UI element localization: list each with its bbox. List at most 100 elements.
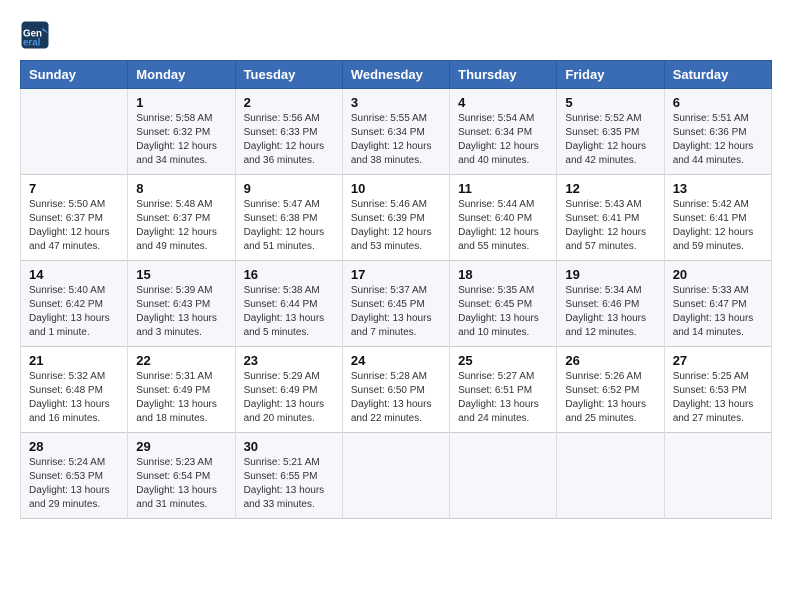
weekday-header-tuesday: Tuesday bbox=[235, 61, 342, 89]
calendar-cell: 30 Sunrise: 5:21 AM Sunset: 6:55 PM Dayli… bbox=[235, 433, 342, 519]
week-row-1: 1 Sunrise: 5:58 AM Sunset: 6:32 PM Daylig… bbox=[21, 89, 772, 175]
day-number: 20 bbox=[673, 267, 763, 282]
day-info: Sunrise: 5:26 AM Sunset: 6:52 PM Dayligh… bbox=[565, 370, 655, 426]
day-number: 28 bbox=[29, 439, 119, 454]
day-info: Sunrise: 5:44 AM Sunset: 6:40 PM Dayligh… bbox=[458, 198, 548, 254]
weekday-header-row: SundayMondayTuesdayWednesdayThursdayFrid… bbox=[21, 61, 772, 89]
calendar-cell: 7Sunrise: 5:50 AM Sunset: 6:37 PM Daylig… bbox=[21, 175, 128, 261]
day-info: Sunrise: 5:38 AM Sunset: 6:44 PM Dayligh… bbox=[244, 284, 334, 340]
day-info: Sunrise: 5:48 AM Sunset: 6:37 PM Dayligh… bbox=[136, 198, 226, 254]
day-info: Sunrise: 5:39 AM Sunset: 6:43 PM Dayligh… bbox=[136, 284, 226, 340]
calendar-cell: 24Sunrise: 5:28 AM Sunset: 6:50 PM Dayli… bbox=[342, 347, 449, 433]
calendar-cell: 6Sunrise: 5:51 AM Sunset: 6:36 PM Daylig… bbox=[664, 89, 771, 175]
day-info: Sunrise: 5:50 AM Sunset: 6:37 PM Dayligh… bbox=[29, 198, 119, 254]
day-number: 19 bbox=[565, 267, 655, 282]
calendar-cell: 13Sunrise: 5:42 AM Sunset: 6:41 PM Dayli… bbox=[664, 175, 771, 261]
day-info: Sunrise: 5:31 AM Sunset: 6:49 PM Dayligh… bbox=[136, 370, 226, 426]
day-number: 3 bbox=[351, 95, 441, 110]
calendar-cell bbox=[557, 433, 664, 519]
calendar-cell: 12 Sunrise: 5:43 AM Sunset: 6:41 PM Dayli… bbox=[557, 175, 664, 261]
day-number: 21 bbox=[29, 353, 119, 368]
logo-icon: Gen eral bbox=[20, 20, 50, 50]
calendar-cell: 21 Sunrise: 5:32 AM Sunset: 6:48 PM Dayli… bbox=[21, 347, 128, 433]
weekday-header-wednesday: Wednesday bbox=[342, 61, 449, 89]
calendar-cell bbox=[21, 89, 128, 175]
calendar-cell bbox=[664, 433, 771, 519]
calendar-cell: 11 Sunrise: 5:44 AM Sunset: 6:40 PM Dayli… bbox=[450, 175, 557, 261]
calendar-cell: 4Sunrise: 5:54 AM Sunset: 6:34 PM Daylig… bbox=[450, 89, 557, 175]
calendar-cell: 15 Sunrise: 5:39 AM Sunset: 6:43 PM Dayli… bbox=[128, 261, 235, 347]
day-number: 5 bbox=[565, 95, 655, 110]
day-info: Sunrise: 5:37 AM Sunset: 6:45 PM Dayligh… bbox=[351, 284, 441, 340]
day-number: 4 bbox=[458, 95, 548, 110]
day-number: 15 bbox=[136, 267, 226, 282]
calendar-cell: 3 Sunrise: 5:55 AM Sunset: 6:34 PM Daylig… bbox=[342, 89, 449, 175]
day-number: 17 bbox=[351, 267, 441, 282]
day-number: 9 bbox=[244, 181, 334, 196]
day-info: Sunrise: 5:24 AM Sunset: 6:53 PM Dayligh… bbox=[29, 456, 119, 512]
day-number: 30 bbox=[244, 439, 334, 454]
day-info: Sunrise: 5:58 AM Sunset: 6:32 PM Dayligh… bbox=[136, 112, 226, 168]
calendar-cell: 29 Sunrise: 5:23 AM Sunset: 6:54 PM Dayli… bbox=[128, 433, 235, 519]
day-info: Sunrise: 5:34 AM Sunset: 6:46 PM Dayligh… bbox=[565, 284, 655, 340]
calendar-cell: 28 Sunrise: 5:24 AM Sunset: 6:53 PM Dayli… bbox=[21, 433, 128, 519]
day-number: 2 bbox=[244, 95, 334, 110]
day-info: Sunrise: 5:35 AM Sunset: 6:45 PM Dayligh… bbox=[458, 284, 548, 340]
day-info: Sunrise: 5:52 AM Sunset: 6:35 PM Dayligh… bbox=[565, 112, 655, 168]
calendar-cell: 19 Sunrise: 5:34 AM Sunset: 6:46 PM Dayli… bbox=[557, 261, 664, 347]
day-info: Sunrise: 5:43 AM Sunset: 6:41 PM Dayligh… bbox=[565, 198, 655, 254]
day-info: Sunrise: 5:55 AM Sunset: 6:34 PM Dayligh… bbox=[351, 112, 441, 168]
calendar-cell: 2 Sunrise: 5:56 AM Sunset: 6:33 PM Daylig… bbox=[235, 89, 342, 175]
day-info: Sunrise: 5:27 AM Sunset: 6:51 PM Dayligh… bbox=[458, 370, 548, 426]
day-number: 1 bbox=[136, 95, 226, 110]
weekday-header-saturday: Saturday bbox=[664, 61, 771, 89]
day-info: Sunrise: 5:25 AM Sunset: 6:53 PM Dayligh… bbox=[673, 370, 763, 426]
day-number: 13 bbox=[673, 181, 763, 196]
day-info: Sunrise: 5:23 AM Sunset: 6:54 PM Dayligh… bbox=[136, 456, 226, 512]
week-row-3: 14 Sunrise: 5:40 AM Sunset: 6:42 PM Dayli… bbox=[21, 261, 772, 347]
day-info: Sunrise: 5:47 AM Sunset: 6:38 PM Dayligh… bbox=[244, 198, 334, 254]
day-number: 23 bbox=[244, 353, 334, 368]
day-info: Sunrise: 5:46 AM Sunset: 6:39 PM Dayligh… bbox=[351, 198, 441, 254]
page-header: Gen eral bbox=[20, 20, 772, 50]
calendar-cell: 9 Sunrise: 5:47 AM Sunset: 6:38 PM Daylig… bbox=[235, 175, 342, 261]
day-info: Sunrise: 5:21 AM Sunset: 6:55 PM Dayligh… bbox=[244, 456, 334, 512]
logo: Gen eral bbox=[20, 20, 54, 50]
day-number: 12 bbox=[565, 181, 655, 196]
calendar-cell: 16 Sunrise: 5:38 AM Sunset: 6:44 PM Dayli… bbox=[235, 261, 342, 347]
calendar-cell: 17 Sunrise: 5:37 AM Sunset: 6:45 PM Dayli… bbox=[342, 261, 449, 347]
calendar-cell: 22Sunrise: 5:31 AM Sunset: 6:49 PM Dayli… bbox=[128, 347, 235, 433]
day-info: Sunrise: 5:29 AM Sunset: 6:49 PM Dayligh… bbox=[244, 370, 334, 426]
day-number: 11 bbox=[458, 181, 548, 196]
day-number: 29 bbox=[136, 439, 226, 454]
calendar-cell: 23 Sunrise: 5:29 AM Sunset: 6:49 PM Dayli… bbox=[235, 347, 342, 433]
calendar-cell: 26 Sunrise: 5:26 AM Sunset: 6:52 PM Dayli… bbox=[557, 347, 664, 433]
day-number: 26 bbox=[565, 353, 655, 368]
week-row-2: 7Sunrise: 5:50 AM Sunset: 6:37 PM Daylig… bbox=[21, 175, 772, 261]
weekday-header-monday: Monday bbox=[128, 61, 235, 89]
weekday-header-sunday: Sunday bbox=[21, 61, 128, 89]
week-row-5: 28 Sunrise: 5:24 AM Sunset: 6:53 PM Dayli… bbox=[21, 433, 772, 519]
calendar-cell: 25Sunrise: 5:27 AM Sunset: 6:51 PM Dayli… bbox=[450, 347, 557, 433]
calendar-cell: 27 Sunrise: 5:25 AM Sunset: 6:53 PM Dayli… bbox=[664, 347, 771, 433]
weekday-header-friday: Friday bbox=[557, 61, 664, 89]
svg-text:eral: eral bbox=[23, 38, 41, 49]
day-number: 16 bbox=[244, 267, 334, 282]
calendar-body: 1 Sunrise: 5:58 AM Sunset: 6:32 PM Daylig… bbox=[21, 89, 772, 519]
calendar-cell bbox=[342, 433, 449, 519]
weekday-header-thursday: Thursday bbox=[450, 61, 557, 89]
day-number: 14 bbox=[29, 267, 119, 282]
day-number: 24 bbox=[351, 353, 441, 368]
calendar-cell bbox=[450, 433, 557, 519]
day-info: Sunrise: 5:32 AM Sunset: 6:48 PM Dayligh… bbox=[29, 370, 119, 426]
calendar-header: SundayMondayTuesdayWednesdayThursdayFrid… bbox=[21, 61, 772, 89]
day-number: 8 bbox=[136, 181, 226, 196]
day-info: Sunrise: 5:56 AM Sunset: 6:33 PM Dayligh… bbox=[244, 112, 334, 168]
calendar-cell: 10Sunrise: 5:46 AM Sunset: 6:39 PM Dayli… bbox=[342, 175, 449, 261]
day-info: Sunrise: 5:51 AM Sunset: 6:36 PM Dayligh… bbox=[673, 112, 763, 168]
day-number: 27 bbox=[673, 353, 763, 368]
day-number: 18 bbox=[458, 267, 548, 282]
calendar-cell: 18 Sunrise: 5:35 AM Sunset: 6:45 PM Dayli… bbox=[450, 261, 557, 347]
day-info: Sunrise: 5:40 AM Sunset: 6:42 PM Dayligh… bbox=[29, 284, 119, 340]
week-row-4: 21 Sunrise: 5:32 AM Sunset: 6:48 PM Dayli… bbox=[21, 347, 772, 433]
